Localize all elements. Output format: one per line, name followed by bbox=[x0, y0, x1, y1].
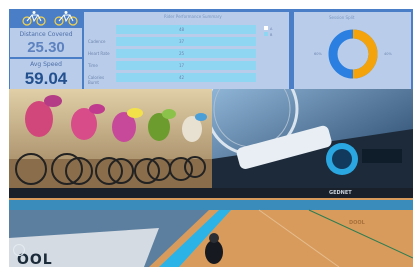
kpi-value: 59.04 bbox=[24, 69, 68, 88]
row-bar bbox=[116, 49, 256, 58]
kpi-card-speed: Avg Speed 59.04 bbox=[10, 59, 82, 89]
table-row[interactable]: Calories Burnt 42 bbox=[84, 73, 274, 85]
kpi-label: Avg Speed bbox=[30, 61, 62, 68]
donut-label-left: 60% bbox=[314, 52, 322, 56]
table-row[interactable]: Heart Rate 25 bbox=[84, 49, 274, 58]
performance-table: Rider Performance Summary 48 Cadence 37 … bbox=[84, 12, 289, 89]
trainer-illustration bbox=[212, 89, 413, 188]
chart-title: Session Split bbox=[329, 15, 355, 20]
indoor-trainer-photo bbox=[212, 89, 413, 188]
row-bar bbox=[116, 37, 256, 46]
row-label: Time bbox=[88, 63, 98, 68]
legend-swatch bbox=[264, 26, 268, 30]
row-bar bbox=[116, 73, 256, 82]
velodrome-game-view: GEDNET OOL DOOL bbox=[9, 188, 413, 267]
row-bar bbox=[116, 61, 256, 70]
table-row[interactable]: Cadence 37 bbox=[84, 37, 274, 46]
bicycle-icon[interactable] bbox=[21, 10, 47, 26]
app-frame: Distance Covered 25.30 Avg Speed 59.04 R… bbox=[9, 9, 413, 267]
donut-chart[interactable] bbox=[326, 27, 380, 81]
row-value: 42 bbox=[179, 75, 185, 80]
legend-swatch bbox=[264, 32, 268, 36]
donut-chart-panel: Session Split 60% 40% bbox=[294, 12, 411, 89]
row-label: Heart Rate bbox=[88, 51, 110, 56]
donut-label-right: 40% bbox=[384, 52, 392, 56]
analytics-dashboard: Distance Covered 25.30 Avg Speed 59.04 R… bbox=[9, 9, 413, 89]
row-value: 17 bbox=[179, 63, 185, 68]
hud-label: GEDNET bbox=[329, 190, 352, 196]
row-value: 48 bbox=[179, 27, 185, 32]
table-row[interactable]: 48 bbox=[84, 25, 274, 34]
kpi-value: 25.30 bbox=[27, 39, 65, 56]
cyclists-race-photo bbox=[9, 89, 212, 188]
table-row[interactable]: Time 17 bbox=[84, 61, 274, 70]
row-value: 25 bbox=[179, 51, 185, 56]
table-title: Rider Performance Summary bbox=[164, 14, 222, 19]
velodrome-track bbox=[9, 188, 413, 267]
cyclists-illustration bbox=[9, 89, 212, 188]
row-value: 37 bbox=[179, 39, 185, 44]
row-label: Cadence bbox=[88, 39, 106, 44]
kpi-label: Distance Covered bbox=[19, 31, 73, 38]
hud-strip: GEDNET bbox=[9, 188, 413, 198]
row-label: Calories Burnt bbox=[88, 75, 105, 85]
kpi-card-distance: Distance Covered 25.30 bbox=[10, 28, 82, 57]
settings-icon[interactable] bbox=[13, 244, 25, 256]
donut-slice-orange[interactable] bbox=[352, 29, 378, 79]
legend-label: B bbox=[270, 33, 273, 37]
bicycle-icon[interactable] bbox=[53, 10, 79, 26]
row-bar bbox=[116, 25, 256, 34]
table-legend: A B bbox=[264, 26, 272, 38]
track-watermark: DOOL bbox=[349, 220, 365, 226]
legend-item: B bbox=[264, 32, 272, 38]
legend-label: A bbox=[270, 27, 273, 31]
icon-bar bbox=[9, 9, 82, 27]
